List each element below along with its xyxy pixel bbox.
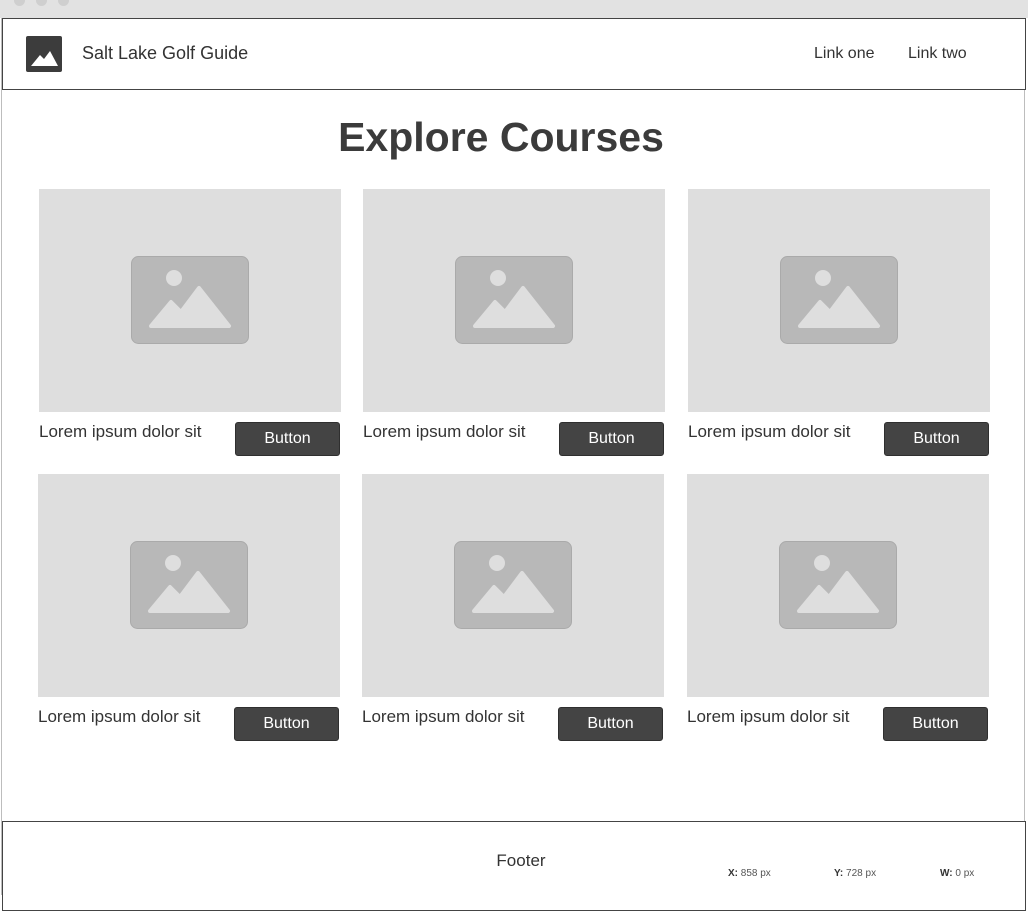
course-image <box>688 189 990 412</box>
window-close-dot[interactable] <box>14 0 25 6</box>
x-readout: X: 858 px <box>728 868 771 879</box>
course-button[interactable]: Button <box>234 707 339 741</box>
y-readout-label: Y: <box>834 868 844 879</box>
course-button[interactable]: Button <box>884 422 989 456</box>
window-chrome <box>0 0 1028 18</box>
image-placeholder-icon <box>779 541 897 629</box>
site-header: Salt Lake Golf Guide Link one Link two <box>2 18 1026 90</box>
site-footer: Footer X: 858 px Y: 728 px W: 0 px <box>2 821 1026 911</box>
nav-link-one[interactable]: Link one <box>814 45 875 63</box>
course-image <box>39 189 341 412</box>
x-readout-value: 858 px <box>740 868 771 879</box>
course-caption: Lorem ipsum dolor sit <box>38 707 201 726</box>
course-button[interactable]: Button <box>558 707 663 741</box>
y-readout: Y: 728 px <box>834 868 876 879</box>
course-caption: Lorem ipsum dolor sit <box>362 707 525 726</box>
window-zoom-dot[interactable] <box>58 0 69 6</box>
x-readout-label: X: <box>728 868 738 879</box>
course-button[interactable]: Button <box>559 422 664 456</box>
course-caption: Lorem ipsum dolor sit <box>688 422 851 441</box>
course-image <box>687 474 989 697</box>
course-button[interactable]: Button <box>883 707 988 741</box>
course-image <box>362 474 664 697</box>
image-placeholder-icon <box>131 256 249 344</box>
w-readout: W: 0 px <box>940 868 974 879</box>
site-title[interactable]: Salt Lake Golf Guide <box>82 43 248 64</box>
image-placeholder-icon <box>455 256 573 344</box>
image-placeholder-icon <box>780 256 898 344</box>
course-image <box>363 189 665 412</box>
window-minimize-dot[interactable] <box>36 0 47 6</box>
course-image <box>38 474 340 697</box>
image-placeholder-icon <box>130 541 248 629</box>
nav-link-two[interactable]: Link two <box>908 45 967 63</box>
w-readout-label: W: <box>940 868 953 879</box>
image-placeholder-icon <box>454 541 572 629</box>
course-caption: Lorem ipsum dolor sit <box>363 422 526 441</box>
y-readout-value: 728 px <box>846 868 877 879</box>
course-caption: Lorem ipsum dolor sit <box>39 422 202 441</box>
course-caption: Lorem ipsum dolor sit <box>687 707 850 726</box>
course-button[interactable]: Button <box>235 422 340 456</box>
w-readout-value: 0 px <box>955 868 975 879</box>
image-icon[interactable] <box>26 36 62 72</box>
page-title: Explore Courses <box>338 114 664 160</box>
